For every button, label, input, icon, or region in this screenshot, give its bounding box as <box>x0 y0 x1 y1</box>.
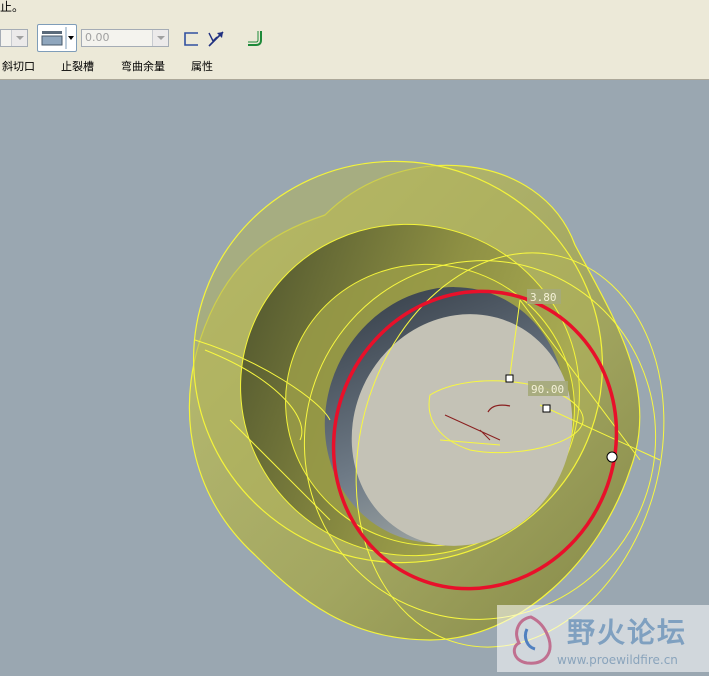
square-edge-button[interactable] <box>182 30 200 48</box>
dropdown-icon <box>11 30 27 46</box>
flame-logo-icon <box>512 615 552 665</box>
attach-edge-dropdown[interactable] <box>0 29 28 47</box>
dimension-angle[interactable]: 90.00 <box>531 383 564 396</box>
dimension-thickness[interactable]: 3.80 <box>530 291 557 304</box>
tab-properties[interactable]: 属性 <box>191 58 213 74</box>
flip-direction-button[interactable] <box>206 29 226 49</box>
bend-icon <box>248 31 262 46</box>
bend-option-button[interactable] <box>246 29 266 49</box>
thickness-value: 0.00 <box>85 31 110 44</box>
drag-handle[interactable] <box>542 404 551 413</box>
square-edge-icon <box>184 32 198 46</box>
drag-handle[interactable] <box>606 451 618 463</box>
edge-type-icon <box>41 27 74 49</box>
tab-bevel-cut[interactable]: 斜切口 <box>2 58 35 74</box>
watermark-url: www.proewildfire.cn <box>557 653 678 667</box>
chevron-down-icon <box>152 30 168 46</box>
edge-type-button[interactable] <box>37 24 77 52</box>
prompt-message: 止。 <box>0 0 25 14</box>
thickness-dropdown[interactable]: 0.00 <box>81 29 169 47</box>
watermark: 野火论坛 www.proewildfire.cn <box>497 605 709 672</box>
flip-direction-icon <box>208 31 224 47</box>
drag-handle[interactable] <box>505 374 514 383</box>
tab-bend-allowance[interactable]: 弯曲余量 <box>121 58 165 74</box>
dashboard-toolbar: 止。 0.00 斜切口 止裂槽 弯曲余量 属性 <box>0 0 709 80</box>
tab-relief-groove[interactable]: 止裂槽 <box>61 58 94 74</box>
watermark-title: 野火论坛 <box>567 616 688 649</box>
graphics-viewport[interactable]: 3.80 90.00 野火论坛 www.proewildfire.cn <box>0 81 709 672</box>
model-canvas[interactable]: 3.80 90.00 <box>0 81 709 672</box>
